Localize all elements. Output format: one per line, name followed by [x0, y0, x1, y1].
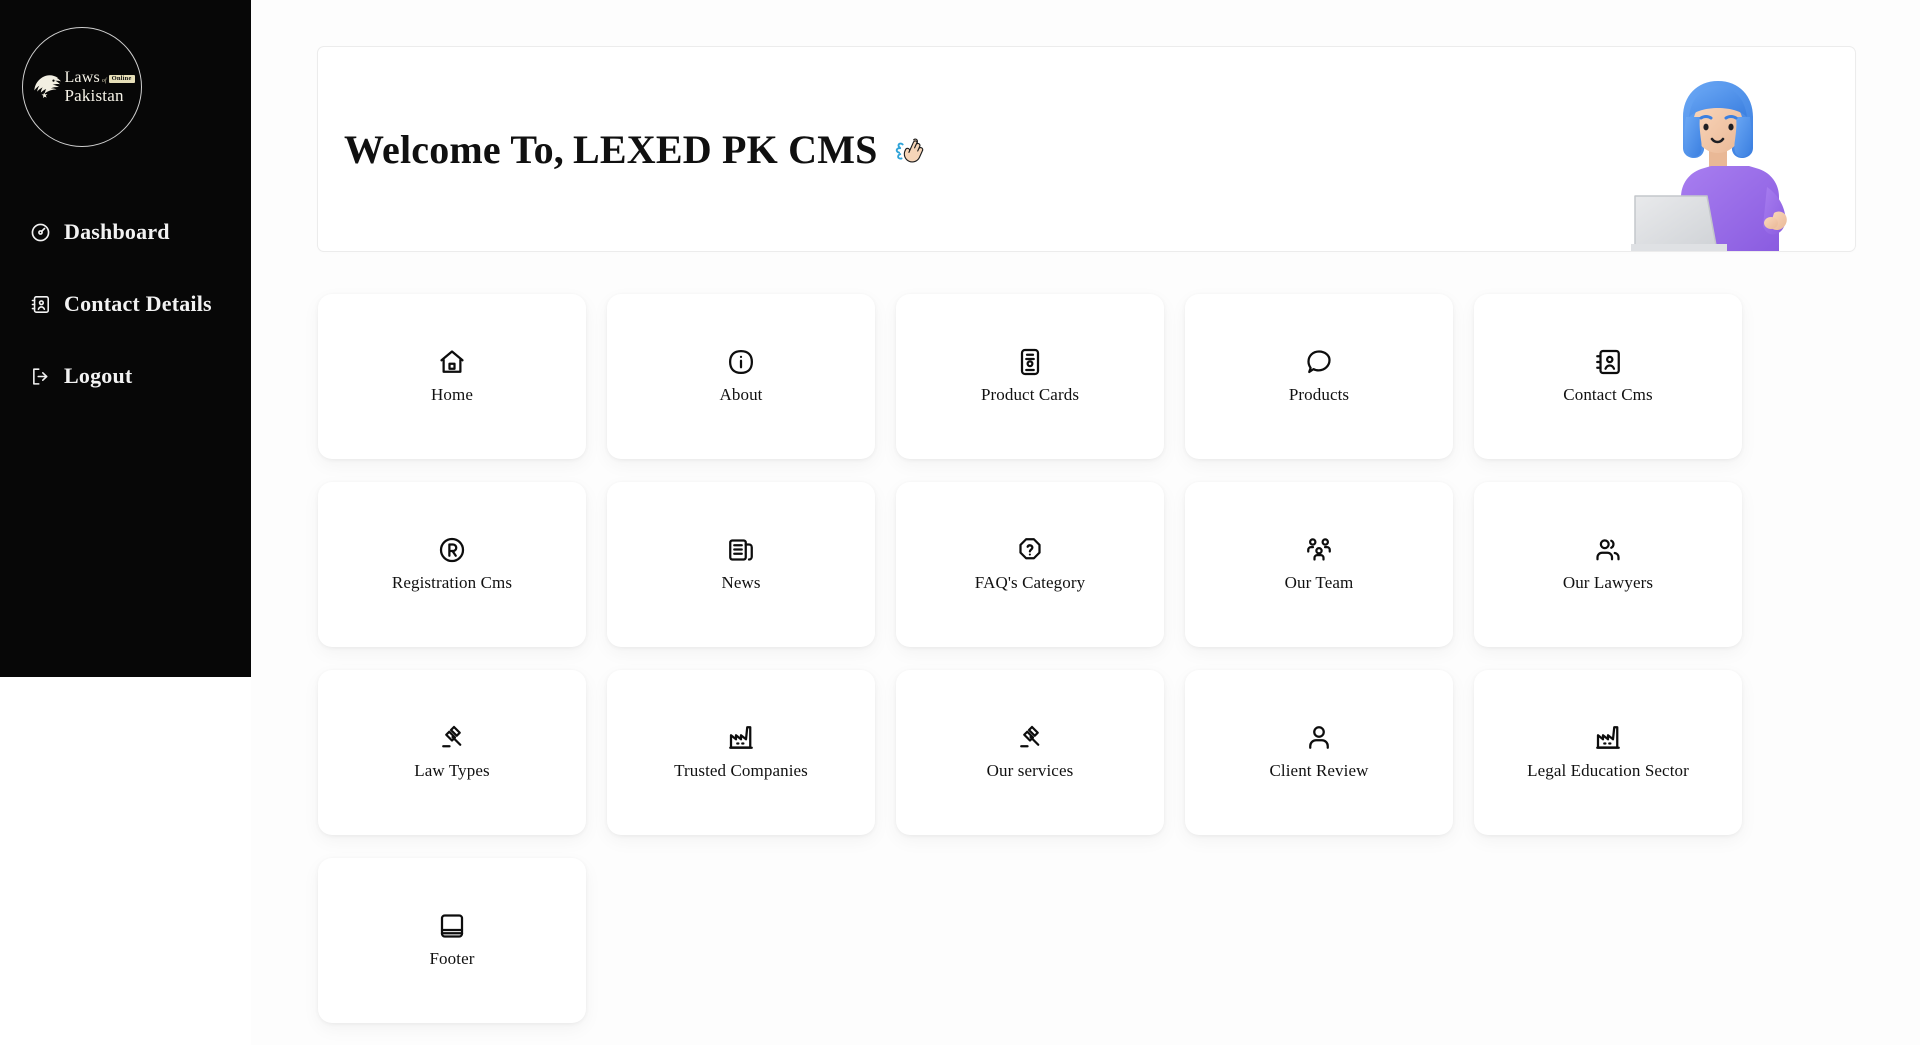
id-card-icon — [1015, 347, 1045, 377]
sidebar-item-logout[interactable]: Logout — [0, 353, 251, 399]
card-law-types[interactable]: Law Types — [318, 670, 586, 835]
sidebar-nav: Dashboard Contact Details Logout — [0, 209, 251, 399]
sidebar-item-contact-details[interactable]: Contact Details — [0, 281, 251, 327]
card-label: Product Cards — [980, 385, 1080, 405]
logo-line-two: Pakistan — [64, 86, 124, 105]
user-single-icon — [1304, 723, 1334, 753]
card-label: About — [719, 385, 763, 405]
contact-book-icon — [30, 294, 51, 315]
factory-icon — [1593, 723, 1623, 753]
brand-logo[interactable]: Laws of Online Pakistan — [22, 27, 142, 147]
card-label: News — [721, 573, 761, 593]
welcome-brand: LEXED PK CMS — [572, 126, 878, 172]
card-about[interactable]: About — [607, 294, 875, 459]
card-label: Footer — [429, 949, 475, 969]
card-product-cards[interactable]: Product Cards — [896, 294, 1164, 459]
users-two-icon — [1593, 535, 1623, 565]
users-three-icon — [1304, 535, 1334, 565]
card-label: Client Review — [1269, 761, 1369, 781]
sidebar-item-label: Logout — [64, 363, 133, 388]
card-client-review[interactable]: Client Review — [1185, 670, 1453, 835]
sidebar-item-label: Dashboard — [64, 219, 170, 244]
card-registration-cms[interactable]: Registration Cms — [318, 482, 586, 647]
card-label: Home — [431, 385, 473, 405]
page-title: Welcome To, LEXED PK CMS — [344, 126, 928, 173]
logo-connector: of — [101, 78, 107, 84]
card-products[interactable]: Products — [1185, 294, 1453, 459]
teardrop-bubble-icon — [1304, 347, 1334, 377]
card-label: Products — [1288, 385, 1350, 405]
address-book-icon — [1593, 347, 1623, 377]
waving-hand-icon — [894, 132, 928, 166]
gavel-icon — [1015, 723, 1045, 753]
card-home[interactable]: Home — [318, 294, 586, 459]
card-label: Law Types — [414, 761, 490, 781]
card-legal-education-sector[interactable]: Legal Education Sector — [1474, 670, 1742, 835]
card-label: Our Team — [1284, 573, 1354, 593]
woman-with-laptop-illustration — [1631, 65, 1821, 252]
welcome-greeting: Welcome To, — [344, 126, 564, 172]
card-label: Registration Cms — [391, 573, 513, 593]
card-label: FAQ's Category — [974, 573, 1086, 593]
card-footer[interactable]: Footer — [318, 858, 586, 1023]
footer-layout-icon — [437, 911, 467, 941]
card-label: Contact Cms — [1563, 385, 1653, 405]
card-our-team[interactable]: Our Team — [1185, 482, 1453, 647]
gavel-icon — [437, 723, 467, 753]
main-content: Welcome To, LEXED PK CMS Home About Prod… — [251, 0, 1920, 1045]
sidebar-item-label: Contact Details — [64, 291, 212, 316]
help-octagon-icon — [1015, 535, 1045, 565]
newspaper-icon — [726, 535, 756, 565]
logo-online-badge: Online — [108, 75, 135, 83]
card-trusted-companies[interactable]: Trusted Companies — [607, 670, 875, 835]
sidebar-item-dashboard[interactable]: Dashboard — [0, 209, 251, 255]
eagle-head-icon — [31, 73, 62, 101]
dashboard-gauge-icon — [30, 222, 51, 243]
card-contact-cms[interactable]: Contact Cms — [1474, 294, 1742, 459]
card-label: Legal Education Sector — [1527, 761, 1689, 781]
logout-arrow-icon — [30, 366, 51, 387]
card-our-lawyers[interactable]: Our Lawyers — [1474, 482, 1742, 647]
card-faqs-category[interactable]: FAQ's Category — [896, 482, 1164, 647]
factory-icon — [726, 723, 756, 753]
card-label: Trusted Companies — [674, 761, 808, 781]
logo-line-one: Laws — [64, 69, 100, 86]
registered-trademark-icon — [437, 535, 467, 565]
house-icon — [437, 347, 467, 377]
card-news[interactable]: News — [607, 482, 875, 647]
card-label: Our services — [986, 761, 1074, 781]
card-label: Our Lawyers — [1562, 573, 1654, 593]
sidebar: Laws of Online Pakistan Dashboard Contac… — [0, 0, 251, 677]
cms-module-grid: Home About Product Cards Products Contac… — [317, 294, 1856, 1023]
info-squircle-icon — [726, 347, 756, 377]
welcome-banner: Welcome To, LEXED PK CMS — [317, 46, 1856, 252]
card-our-services[interactable]: Our services — [896, 670, 1164, 835]
